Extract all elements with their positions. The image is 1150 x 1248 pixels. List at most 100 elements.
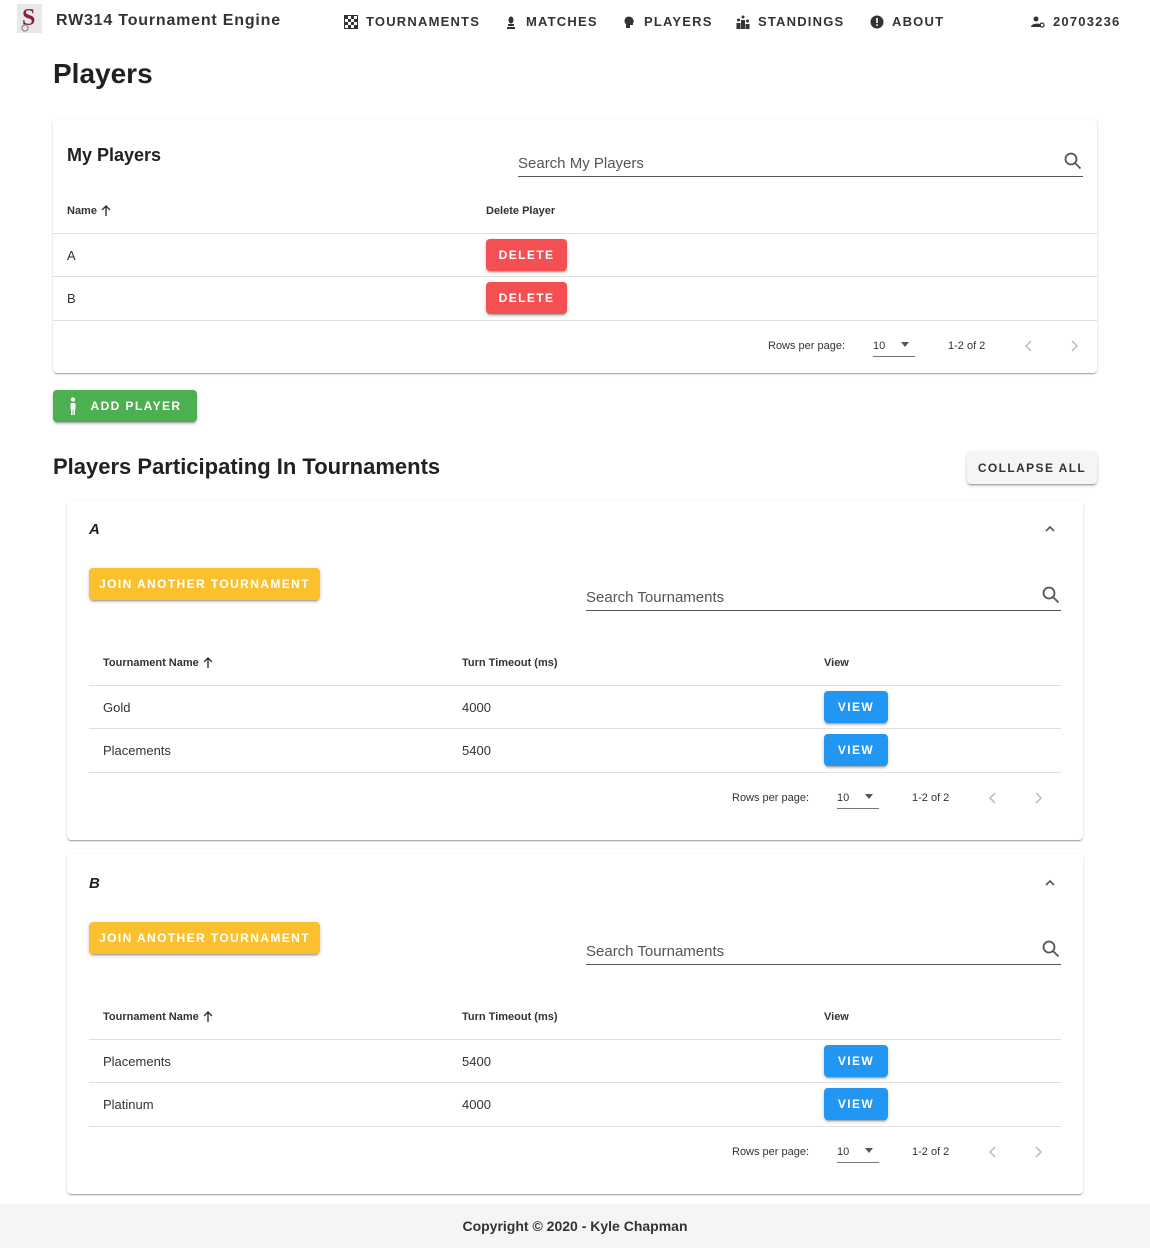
previous-page-icon[interactable] [986, 791, 1000, 805]
nav-tournaments-label: TOURNAMENTS [366, 14, 481, 29]
dropdown-caret-icon [865, 794, 873, 799]
rows-per-page-value: 10 [837, 1145, 850, 1158]
rows-per-page-value: 10 [837, 791, 850, 804]
row-divider [53, 320, 1097, 321]
nav-standings[interactable]: STANDINGS [736, 14, 844, 29]
rows-per-page-value: 10 [873, 339, 886, 352]
player-panel: B JOIN ANOTHER TOURNAMENT Tournament Nam… [67, 854, 1083, 1194]
column-header-tournament-name-label: Tournament Name [103, 1011, 199, 1023]
pagination-range: 1-2 of 2 [912, 792, 950, 804]
user-settings-icon [1031, 16, 1045, 28]
next-page-icon[interactable] [1067, 339, 1081, 353]
view-tournament-button[interactable]: VIEW [824, 1045, 888, 1077]
column-header-timeout-label: Turn Timeout (ms) [462, 657, 558, 669]
svg-text:S: S [22, 5, 35, 31]
row-divider [89, 685, 1061, 686]
add-player-button[interactable]: ADD PLAYER [53, 390, 197, 422]
pagination-range: 1-2 of 2 [912, 1146, 950, 1158]
search-icon[interactable] [1063, 151, 1083, 171]
user-id: 20703236 [1053, 14, 1121, 29]
column-header-name[interactable]: Name [67, 205, 112, 217]
tournament-name: Placements [103, 743, 171, 758]
my-players-search[interactable] [518, 145, 1083, 177]
dropdown-caret-icon [865, 1148, 873, 1153]
app-title[interactable]: RW314 Tournament Engine [56, 12, 281, 30]
tournament-name: Placements [103, 1054, 171, 1069]
row-divider [89, 1039, 1061, 1040]
collapse-all-button[interactable]: COLLAPSE ALL [967, 452, 1097, 484]
tournament-name: Platinum [103, 1097, 154, 1112]
join-tournament-button[interactable]: JOIN ANOTHER TOURNAMENT [89, 568, 320, 600]
next-page-icon[interactable] [1031, 791, 1045, 805]
footer-copyright: Copyright © 2020 - Kyle Chapman [462, 1218, 688, 1234]
participating-title: Players Participating In Tournaments [53, 454, 441, 479]
sort-ascending-icon[interactable] [100, 205, 112, 217]
podium-icon [736, 15, 750, 29]
nav-about-label: ABOUT [892, 14, 945, 29]
join-tournament-button[interactable]: JOIN ANOTHER TOURNAMENT [89, 922, 320, 954]
nav-tournaments[interactable]: TOURNAMENTS [344, 14, 480, 29]
rows-per-page-select[interactable]: 10 [837, 1141, 879, 1163]
nav-matches-label: MATCHES [526, 14, 598, 29]
rows-per-page-label: Rows per page: [732, 792, 810, 804]
row-divider [53, 233, 1097, 234]
my-players-card: My Players Name Delete Player A DELETE B… [53, 119, 1097, 373]
row-divider [89, 1126, 1061, 1127]
search-icon[interactable] [1041, 939, 1061, 959]
view-tournament-button[interactable]: VIEW [824, 691, 888, 723]
column-header-delete: Delete Player [486, 205, 555, 217]
nav-players[interactable]: PLAYERS [622, 14, 713, 29]
row-divider [89, 728, 1061, 729]
row-divider [53, 276, 1097, 277]
tournament-search[interactable] [586, 579, 1061, 611]
column-header-view: View [824, 1011, 849, 1023]
tournament-search-input[interactable] [586, 579, 1014, 609]
column-header-view-label: View [824, 657, 849, 669]
delete-player-button[interactable]: DELETE [486, 282, 567, 314]
head-icon [624, 16, 634, 28]
chessboard-icon [344, 14, 358, 29]
column-header-tournament-name[interactable]: Tournament Name [103, 1011, 214, 1023]
chevron-up-icon[interactable] [1043, 522, 1057, 536]
rows-per-page-select[interactable]: 10 [873, 335, 915, 357]
chess-bishop-icon [507, 16, 515, 29]
nav-matches[interactable]: MATCHES [504, 14, 598, 29]
column-header-tournament-name-label: Tournament Name [103, 657, 199, 669]
column-header-name-label: Name [67, 205, 97, 217]
search-icon[interactable] [1041, 585, 1061, 605]
delete-player-button[interactable]: DELETE [486, 239, 567, 271]
sort-ascending-icon[interactable] [202, 657, 214, 669]
chevron-up-icon[interactable] [1043, 876, 1057, 890]
nav-standings-label: STANDINGS [758, 14, 845, 29]
previous-page-icon[interactable] [986, 1145, 1000, 1159]
nav-account[interactable]: 20703236 [1031, 14, 1120, 29]
panel-player-name[interactable]: B [89, 875, 100, 892]
turn-timeout: 4000 [462, 1097, 491, 1112]
pagination-range: 1-2 of 2 [948, 340, 986, 352]
next-page-icon[interactable] [1031, 1145, 1045, 1159]
sort-ascending-icon[interactable] [202, 1011, 214, 1023]
tournament-search[interactable] [586, 933, 1061, 965]
tournament-search-input[interactable] [586, 933, 1014, 963]
column-header-tournament-name[interactable]: Tournament Name [103, 657, 214, 669]
column-header-timeout[interactable]: Turn Timeout (ms) [462, 657, 558, 669]
info-icon [870, 15, 884, 28]
view-tournament-button[interactable]: VIEW [824, 734, 888, 766]
rows-per-page-label: Rows per page: [732, 1146, 810, 1158]
rows-per-page-select[interactable]: 10 [837, 787, 879, 809]
turn-timeout: 5400 [462, 1054, 491, 1069]
person-icon [70, 397, 76, 415]
column-header-timeout[interactable]: Turn Timeout (ms) [462, 1011, 558, 1023]
tournament-name: Gold [103, 700, 131, 715]
panel-player-name[interactable]: A [89, 521, 100, 538]
previous-page-icon[interactable] [1022, 339, 1036, 353]
nav-about[interactable]: ABOUT [870, 14, 944, 29]
row-divider [89, 772, 1061, 773]
column-header-delete-label: Delete Player [486, 205, 556, 217]
add-player-label: ADD PLAYER [90, 399, 182, 413]
row-divider [89, 1082, 1061, 1083]
my-players-search-input[interactable] [518, 145, 1027, 175]
app-logo-icon[interactable]: S [17, 4, 42, 33]
player-name: B [67, 291, 76, 306]
view-tournament-button[interactable]: VIEW [824, 1088, 888, 1120]
